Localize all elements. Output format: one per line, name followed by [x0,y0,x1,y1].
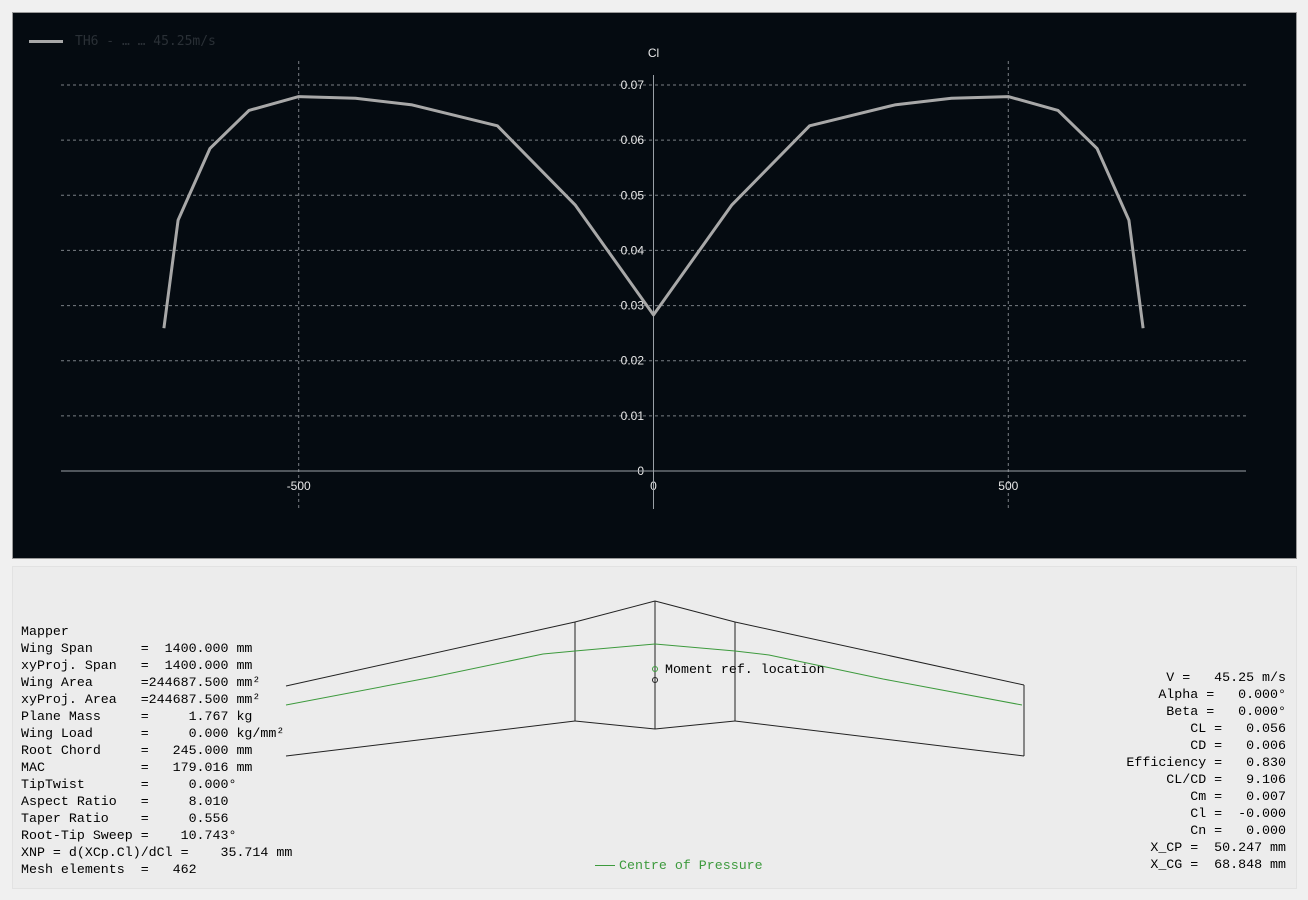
aero-result-row: Beta = 0.000° [1166,704,1286,719]
wing-property-row: TipTwist = 0.000° [21,777,237,792]
x-tick-label: 500 [998,479,1018,493]
y-tick-label: 0.06 [621,133,645,147]
aero-result-row: Alpha = 0.000° [1158,687,1286,702]
y-tick-label: 0.03 [621,299,645,313]
cp-legend-label: Centre of Pressure [619,858,763,873]
wing-property-row: Root Chord = 245.000 mm [21,743,253,758]
legend-line-swatch [29,40,63,43]
cp-legend: Centre of Pressure [595,858,763,873]
x-tick-label: -500 [287,479,311,493]
wing-property-row: xyProj. Span = 1400.000 mm [21,658,253,673]
wing-leading-edge-left-outer [285,621,576,687]
wing-property-row: Wing Span = 1400.000 mm [21,641,253,656]
moment-ref-label: Moment ref. location [665,662,825,677]
aero-result-row: CL = 0.056 [1190,721,1286,736]
cl-span-graph[interactable]: 00.010.020.030.040.050.060.07-5000500Cl … [12,12,1297,559]
wing-property-row: Wing Load = 0.000 kg/mm² [21,726,285,741]
wing-property-row: Aspect Ratio = 8.010 [21,794,229,809]
y-tick-label: 0.01 [621,409,645,423]
wing-property-row: Root-Tip Sweep = 10.743° [21,828,237,843]
aero-result-row: Cm = 0.007 [1190,789,1286,804]
aero-result-row: Efficiency = 0.830 [1126,755,1286,770]
wing-trailing-edge-right [654,720,736,730]
aero-result-row: Cl = -0.000 [1190,806,1286,821]
wing-outline [285,600,1025,757]
wing-property-row: Plane Mass = 1.767 kg [21,709,253,724]
aero-result-row: X_CG = 68.848 mm [1150,857,1286,872]
wing-trailing-edge-left-outer [285,720,576,757]
wing-property-row: Taper Ratio = 0.556 [21,811,229,826]
aero-results-list: V = 45.25 m/s Alpha = 0.000° Beta = 0.000°… [1126,669,1286,873]
wing-property-row: Mesh elements = 462 [21,862,197,877]
graph-canvas: 00.010.020.030.040.050.060.07-5000500Cl [61,46,1246,509]
wing-properties-list: Mapper Wing Span = 1400.000 mm xyProj. Spa… [21,623,292,878]
wing-leading-edge-right [654,600,736,623]
aero-result-row: CD = 0.006 [1190,738,1286,753]
aero-result-row: X_CP = 50.247 mm [1150,840,1286,855]
y-tick-label: 0.04 [621,243,645,257]
cp-legend-swatch [595,864,615,866]
y-tick-label: 0.07 [621,78,645,92]
wing-property-row: Mapper [21,624,69,639]
y-tick-label: 0.05 [621,188,645,202]
wing-property-row: XNP = d(XCp.Cl)/dCl = 35.714 mm [21,845,293,860]
aero-result-row: V = 45.25 m/s [1166,670,1286,685]
wing-property-row: xyProj. Area =244687.500 mm² [21,692,261,707]
wing-3d-view[interactable]: Moment ref. location Mapper Wing Span = 1… [12,566,1297,889]
aero-result-row: CL/CD = 9.106 [1166,772,1286,787]
wing-trailing-edge-left [574,720,656,730]
y-axis-title: Cl [648,46,659,60]
legend-label: TH6 - … … 45.25m/s [75,34,216,49]
aero-result-row: Cn = 0.000 [1190,823,1286,838]
wing-property-row: Wing Area =244687.500 mm² [21,675,261,690]
centre-of-pressure-line [285,643,1023,706]
wing-property-row: MAC = 179.016 mm [21,760,253,775]
wing-leading-edge-left [574,600,656,623]
y-tick-label: 0.02 [621,354,645,368]
wing-trailing-edge-right-outer [734,720,1025,757]
